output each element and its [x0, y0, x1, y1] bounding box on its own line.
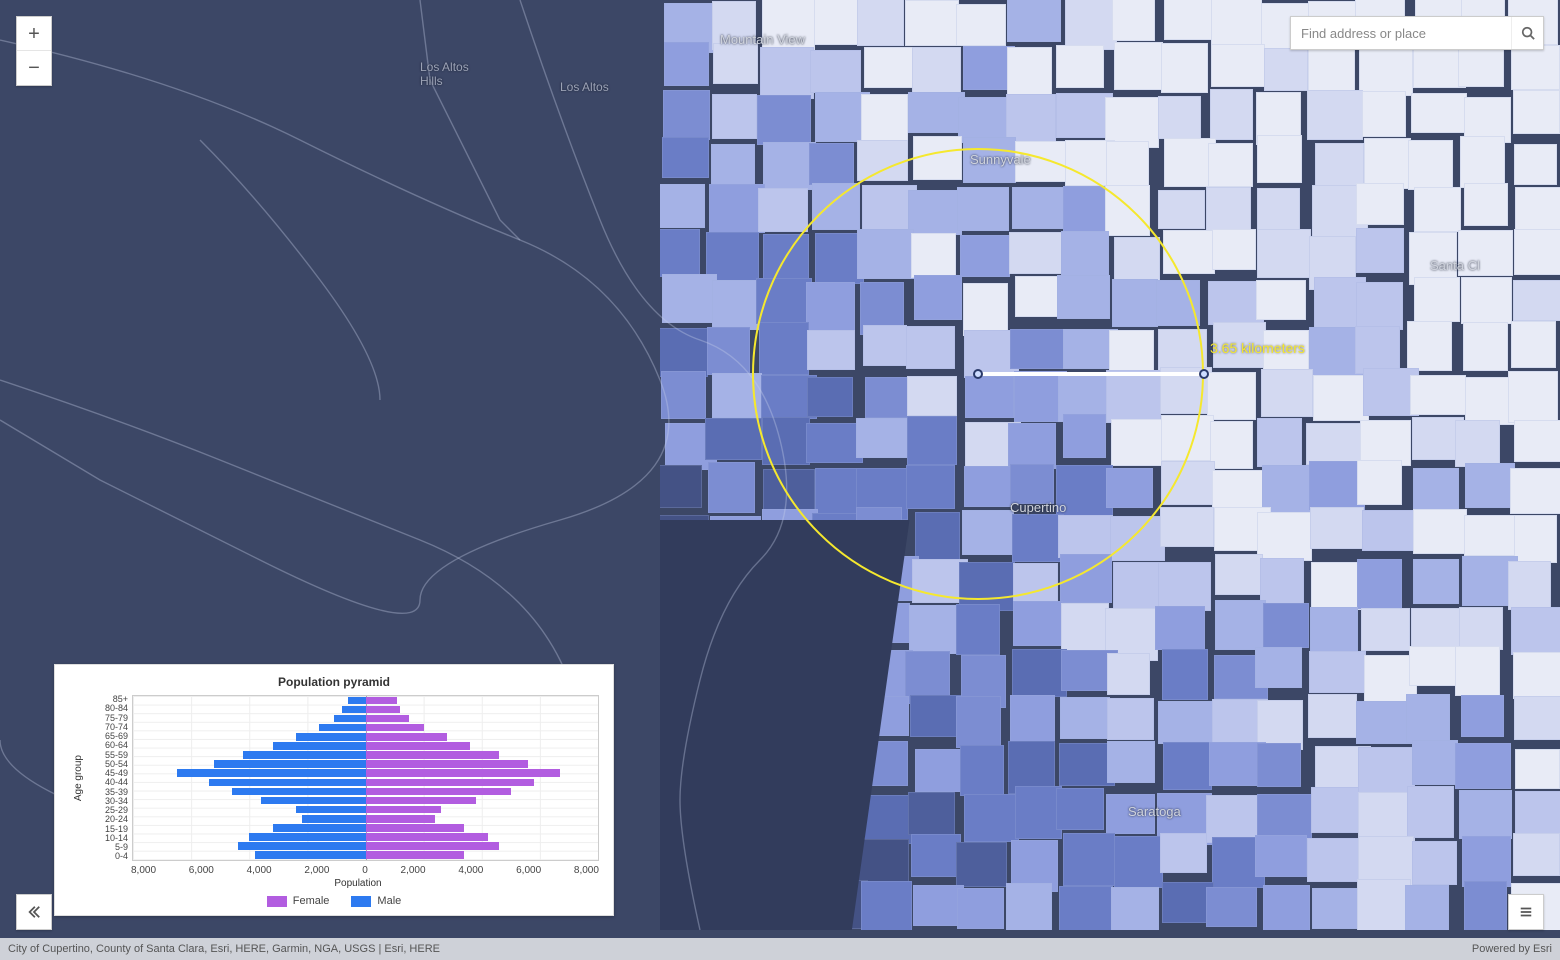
chart-y-ticks: 85+80-8475-7970-7465-6960-6455-5950-5445…: [84, 695, 132, 861]
buffer-center-handle[interactable]: [973, 369, 983, 379]
zoom-control: + −: [16, 16, 52, 86]
menu-button[interactable]: [1508, 894, 1544, 930]
chart-title: Population pyramid: [69, 675, 599, 689]
chart-y-axis-label: Age group: [69, 755, 84, 801]
legend-item-female: Female: [267, 895, 330, 907]
label-santa-clara: Santa Cl: [1430, 258, 1480, 273]
label-los-altos-hills: Los Altos Hills: [420, 60, 469, 88]
chart-plot-area: [132, 695, 599, 861]
search-button[interactable]: [1511, 17, 1543, 49]
legend-item-male: Male: [351, 895, 401, 907]
map-viewport[interactable]: Mountain View Los Altos Hills Los Altos …: [0, 0, 1560, 960]
search-input[interactable]: [1291, 17, 1511, 49]
label-saratoga: Saratoga: [1128, 804, 1181, 819]
chart-x-ticks: 8,0006,0004,0002,00002,0004,0006,0008,00…: [131, 865, 599, 876]
buffer-radius-line[interactable]: [978, 372, 1204, 376]
zoom-in-button[interactable]: +: [17, 17, 51, 51]
label-los-altos: Los Altos: [560, 80, 609, 94]
hamburger-icon: [1519, 905, 1533, 919]
search-box: [1290, 16, 1544, 50]
population-pyramid-panel: Population pyramid Age group 85+80-8475-…: [54, 664, 614, 916]
buffer-edge-handle[interactable]: [1199, 369, 1209, 379]
expand-panel-button[interactable]: [16, 894, 52, 930]
attribution-sources: City of Cupertino, County of Santa Clara…: [8, 943, 440, 955]
attribution-bar: City of Cupertino, County of Santa Clara…: [0, 938, 1560, 960]
zoom-out-button[interactable]: −: [17, 51, 51, 85]
chart-x-axis-label: Population: [117, 878, 599, 889]
powered-by-link[interactable]: Powered by Esri: [1472, 943, 1552, 955]
search-icon: [1521, 26, 1535, 40]
chevrons-left-icon: [27, 905, 41, 919]
label-mountain-view: Mountain View: [720, 32, 805, 47]
buffer-distance-label: 3.65 kilometers: [1210, 340, 1305, 356]
chart-legend: Female Male: [69, 895, 599, 907]
